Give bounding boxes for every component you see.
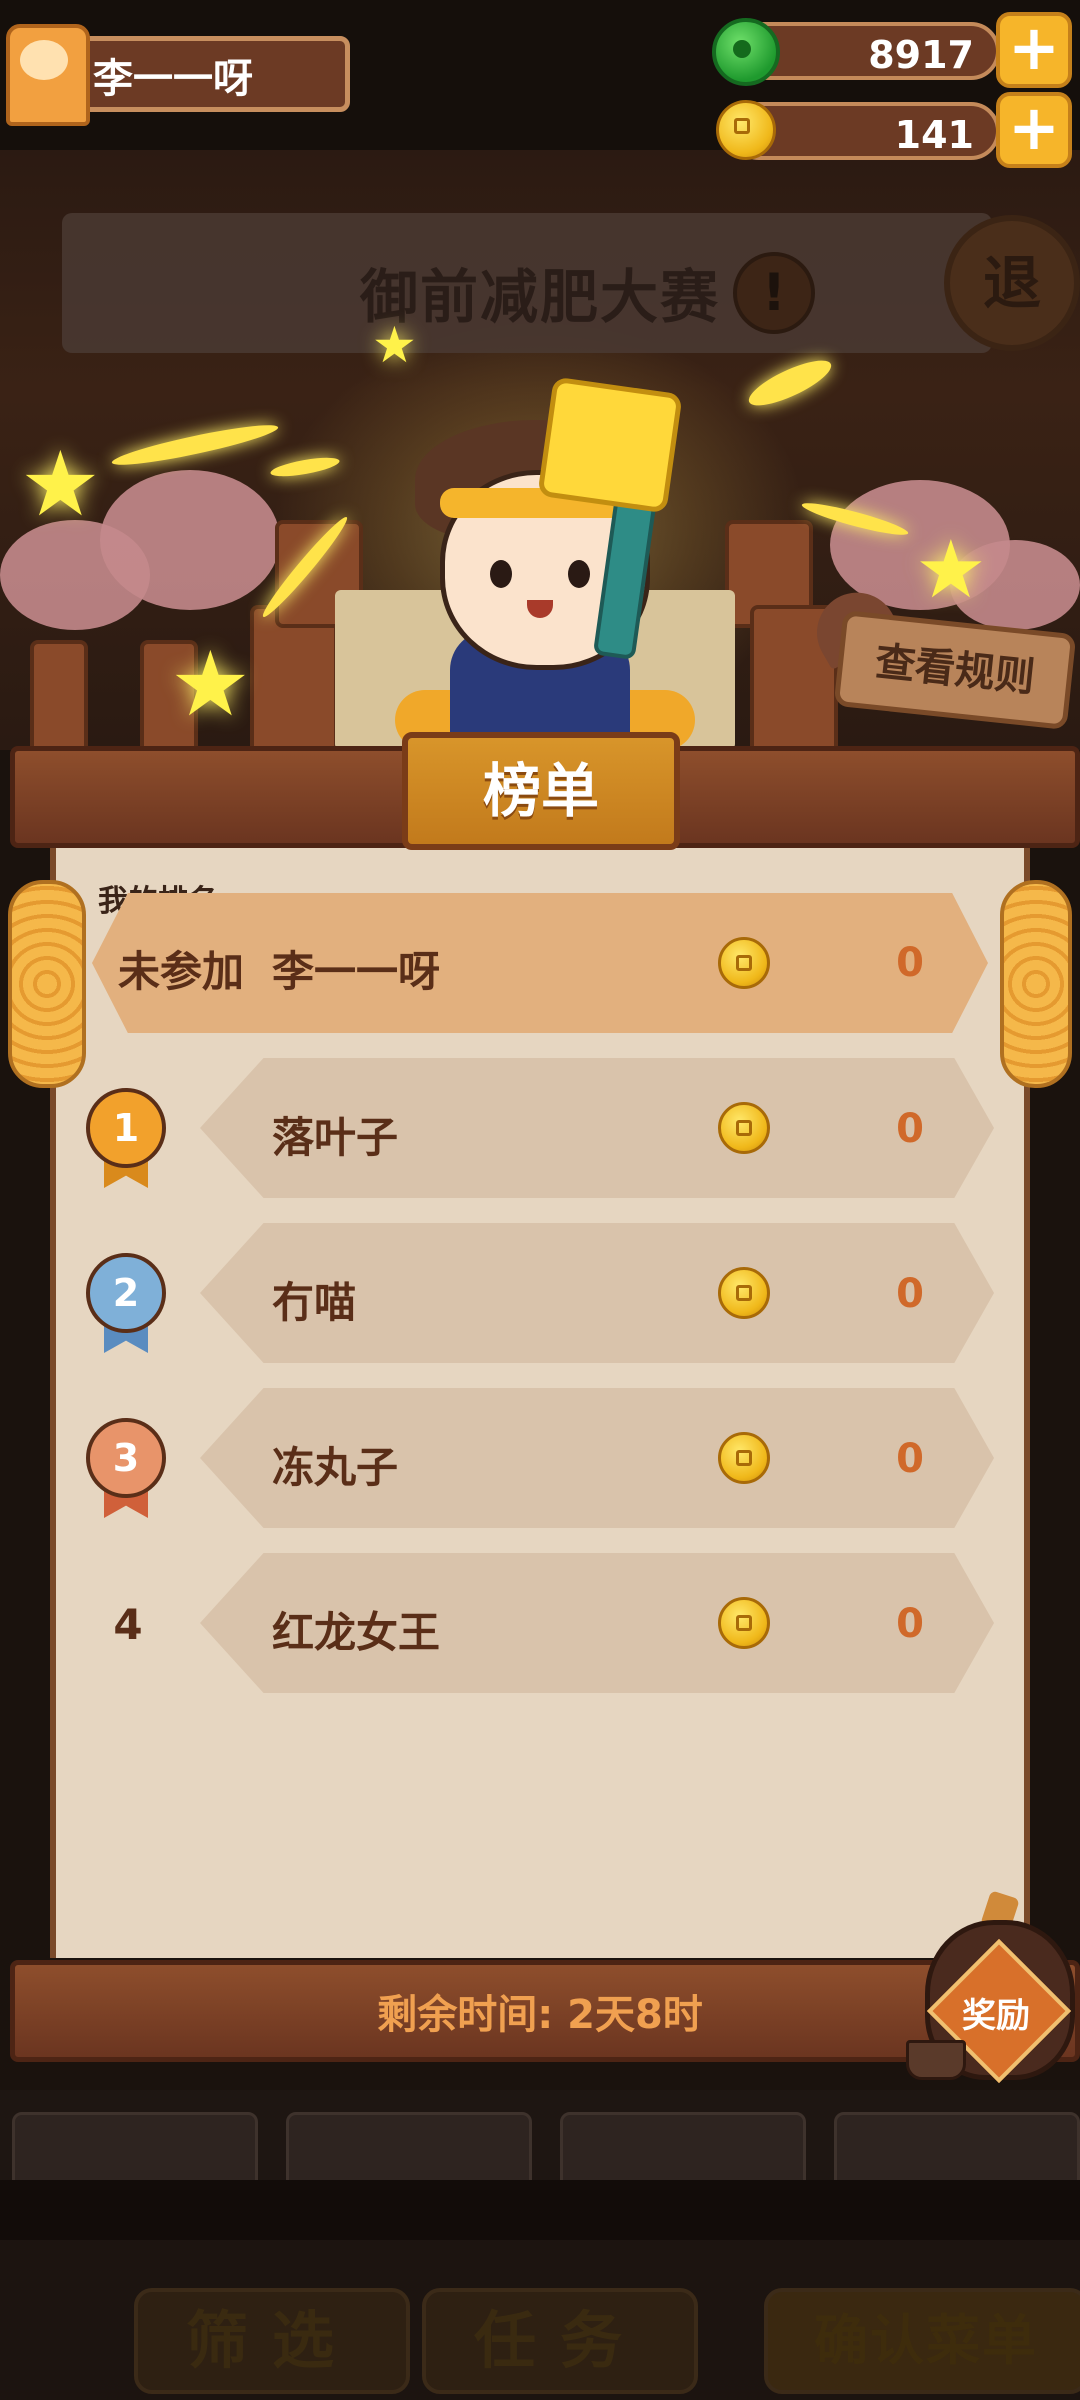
recipe-card [286,2112,532,2188]
add-jade-button[interactable]: + [996,12,1072,88]
add-coins-button[interactable]: + [996,92,1072,168]
sparkle-star-icon: ★ [170,632,251,737]
fence-post [30,640,88,758]
confirm-menu-button: 确认菜单 [764,2288,1080,2394]
player-name: 红龙女王 [272,1608,441,1657]
sparkle-star-icon: ★ [372,316,417,374]
coin-icon [718,937,770,989]
info-alert-icon: ! [733,252,815,334]
my-rank-status: 未参加 [118,947,245,996]
hero-eye [568,560,590,588]
hero-eye [490,560,512,588]
silver-medal-icon: 2 [86,1253,166,1353]
player-score: 0 [896,1601,924,1647]
coin-icon [718,1267,770,1319]
rank-number: 4 [113,1600,143,1649]
player-name: 落叶子 [272,1113,399,1162]
sparkle-star-icon: ★ [20,432,101,537]
player-name: 冻丸子 [272,1443,399,1492]
coin-icon [718,1102,770,1154]
leaderboard-title: 榜单 [402,732,680,850]
jade-icon-hole [733,40,751,58]
gold-medal-icon: 1 [86,1088,166,1188]
player-name: 冇喵 [272,1278,357,1327]
recipe-card [12,2112,258,2188]
corn-decoration-left [8,880,86,1088]
event-title: 御前减肥大赛 [359,263,720,331]
golden-hammer-icon [537,376,683,514]
reward-button[interactable]: 奖励 [950,1988,1042,2037]
bottom-divider [0,2180,1080,2240]
player-score: 0 [896,1106,924,1152]
my-rank-score: 0 [896,940,924,986]
recipe-card [834,2112,1080,2188]
exit-button: 退 [944,215,1080,351]
player-name: 李一一呀 [93,56,253,102]
tasks-button: 任务 [422,2288,698,2394]
filter-button: 筛选 [134,2288,410,2394]
player-score: 0 [896,1271,924,1317]
player-score: 0 [896,1436,924,1482]
avatar-face [20,40,68,80]
my-rank-name: 李一一呀 [272,947,441,996]
recipe-card [560,2112,806,2188]
sparkle-star-icon: ★ [915,523,987,616]
coin-icon [718,1597,770,1649]
corn-decoration-right [1000,880,1072,1088]
bronze-medal-icon: 3 [86,1418,166,1518]
remaining-time: 剩余时间: 2天8时 [377,1992,703,2038]
blossom-tree-left-2 [100,470,280,610]
coin-icon [716,100,776,160]
wine-cup-icon [906,2040,966,2080]
coin-icon [718,1432,770,1484]
